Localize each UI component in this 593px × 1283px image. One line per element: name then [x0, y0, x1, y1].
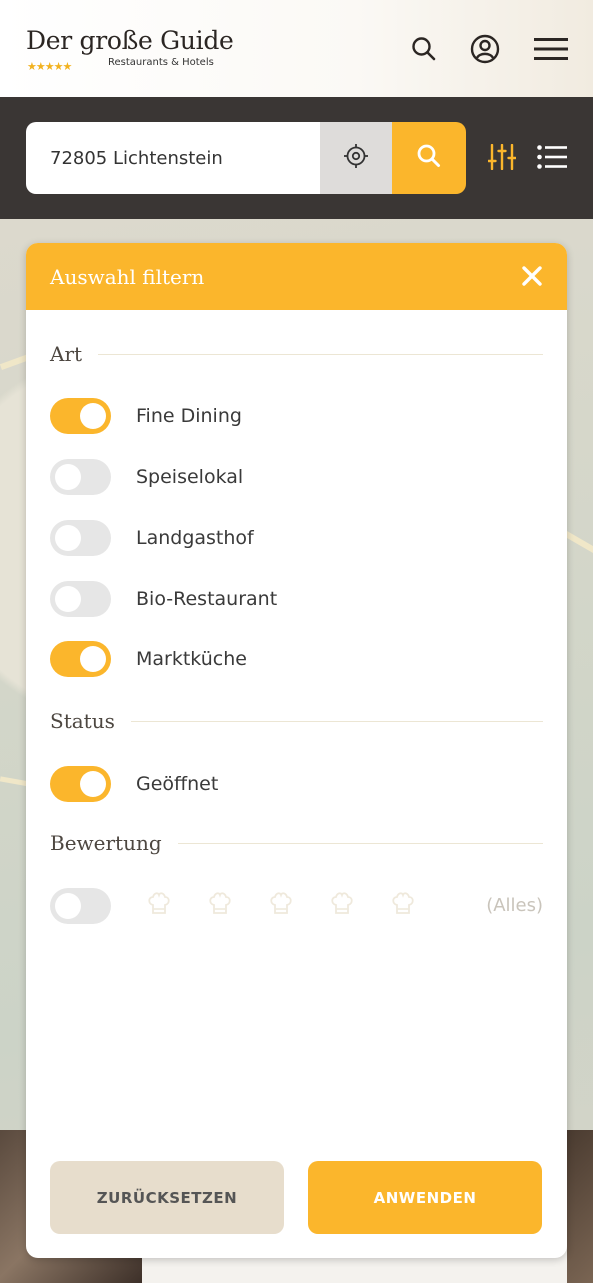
filter-row-speiselokal[interactable]: Speiselokal — [50, 459, 243, 495]
result-photo — [567, 1130, 593, 1283]
location-input[interactable]: 72805 Lichtenstein — [26, 122, 320, 194]
apply-button[interactable]: ANWENDEN — [308, 1161, 542, 1234]
search-icon — [416, 143, 442, 173]
toggle-switch[interactable] — [50, 766, 111, 802]
toggle-switch[interactable] — [50, 641, 111, 677]
filter-row-fine-dining[interactable]: Fine Dining — [50, 398, 242, 434]
filter-label: Fine Dining — [136, 405, 242, 427]
search-submit-button[interactable] — [392, 122, 466, 194]
section-heading-text: Bewertung — [50, 831, 162, 855]
chef-hat-icon[interactable] — [207, 891, 233, 917]
filter-sliders-icon[interactable] — [487, 142, 517, 172]
locate-icon — [343, 143, 369, 173]
toggle-knob — [80, 646, 106, 672]
section-heading-rating: Bewertung — [50, 831, 543, 855]
filter-dialog-header: Auswahl filtern — [26, 243, 567, 310]
rating-all-label: (Alles) — [486, 895, 543, 916]
filter-row-bio-restaurant[interactable]: Bio-Restaurant — [50, 581, 277, 617]
toggle-switch[interactable] — [50, 888, 111, 924]
rating-toggle-row[interactable] — [50, 888, 111, 924]
chef-hat-icon[interactable] — [146, 891, 172, 917]
filter-row-geoeffnet[interactable]: Geöffnet — [50, 766, 218, 802]
toggle-switch[interactable] — [50, 581, 111, 617]
account-icon[interactable] — [468, 32, 502, 66]
section-heading-status: Status — [50, 709, 543, 733]
section-heading-text: Art — [50, 342, 83, 366]
divider — [177, 842, 543, 844]
chef-hat-icon[interactable] — [329, 891, 355, 917]
toggle-switch[interactable] — [50, 398, 111, 434]
logo-title[interactable]: Der große Guide — [26, 26, 234, 55]
toggle-knob — [55, 464, 81, 490]
toggle-knob — [55, 893, 81, 919]
search-bar: 72805 Lichtenstein — [0, 97, 593, 219]
divider — [98, 353, 543, 355]
section-heading-art: Art — [50, 342, 543, 366]
search-icon[interactable] — [407, 32, 441, 66]
toggle-knob — [55, 525, 81, 551]
filter-label: Bio-Restaurant — [136, 588, 278, 610]
filter-label: Marktküche — [136, 648, 247, 670]
toggle-knob — [80, 403, 106, 429]
locate-button[interactable] — [320, 122, 392, 194]
filter-label: Geöffnet — [136, 773, 219, 795]
section-heading-text: Status — [50, 709, 115, 733]
logo-subtitle: Restaurants & Hotels — [108, 57, 214, 68]
filter-label: Speiselokal — [136, 466, 244, 488]
divider — [130, 720, 543, 722]
toggle-knob — [80, 771, 106, 797]
chef-hat-icon[interactable] — [390, 891, 416, 917]
reset-button[interactable]: ZURÜCKSETZEN — [50, 1161, 284, 1234]
menu-icon[interactable] — [534, 32, 568, 66]
list-view-icon[interactable] — [537, 142, 567, 172]
chef-hat-icon[interactable] — [268, 891, 294, 917]
logo-stars: ★★★★★ — [27, 60, 72, 73]
filter-row-marktkueche[interactable]: Marktküche — [50, 641, 247, 677]
filter-label: Landgasthof — [136, 527, 254, 549]
close-icon[interactable] — [519, 263, 545, 289]
filter-dialog: Auswahl filtern Art Fine Dining Speiselo… — [26, 243, 567, 1258]
filter-dialog-title: Auswahl filtern — [50, 264, 205, 289]
filter-row-landgasthof[interactable]: Landgasthof — [50, 520, 254, 556]
app-header: Der große Guide ★★★★★ Restaurants & Hote… — [0, 0, 593, 97]
location-input-value: 72805 Lichtenstein — [50, 147, 223, 169]
toggle-switch[interactable] — [50, 459, 111, 495]
toggle-knob — [55, 586, 81, 612]
toggle-switch[interactable] — [50, 520, 111, 556]
